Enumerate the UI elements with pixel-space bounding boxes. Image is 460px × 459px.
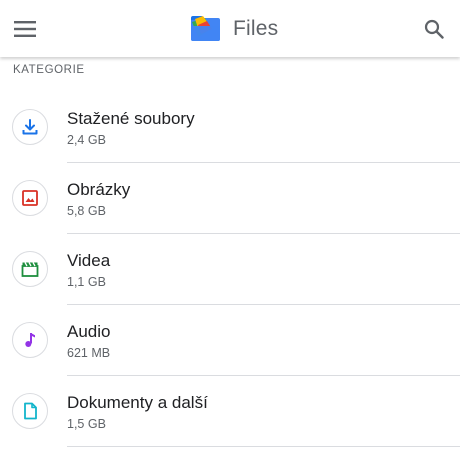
app-bar: Files [0,0,460,57]
category-item-audio[interactable]: Audio 621 MB [0,305,460,376]
category-list: Stažené soubory 2,4 GB Obrázky 5,8 GB Vi… [0,92,460,447]
category-label: Videa [67,251,111,270]
category-label: Stažené soubory [67,109,195,128]
category-size: 1,5 GB [67,417,106,431]
category-size: 2,4 GB [67,133,106,147]
category-size: 621 MB [67,346,111,360]
menu-button[interactable] [8,12,42,46]
divider [67,446,460,447]
download-icon [22,119,38,135]
video-clapper-icon [21,262,39,277]
category-item-videos[interactable]: Videa 1,1 GB [0,234,460,305]
category-label: Dokumenty a další [67,393,208,412]
music-note-icon [25,333,35,347]
search-button[interactable] [416,11,452,47]
image-icon [22,190,38,206]
category-icon-circle [12,322,48,358]
hamburger-menu-icon [14,21,36,37]
category-item-images[interactable]: Obrázky 5,8 GB [0,163,460,234]
category-size: 5,8 GB [67,204,106,218]
category-label: Obrázky [67,180,131,199]
search-icon [424,19,444,39]
app-brand: Files [189,14,278,44]
category-item-documents[interactable]: Dokumenty a další 1,5 GB [0,376,460,447]
section-header: KATEGORIE [13,64,85,76]
category-icon-circle [12,393,48,429]
files-logo-icon [191,16,220,41]
app-title: Files [233,17,279,40]
document-icon [24,402,37,420]
category-icon-circle [12,251,48,287]
category-size: 1,1 GB [67,275,106,289]
category-label: Audio [67,322,111,341]
category-icon-circle [12,180,48,216]
category-icon-circle [12,109,48,145]
category-item-downloads[interactable]: Stažené soubory 2,4 GB [0,92,460,163]
